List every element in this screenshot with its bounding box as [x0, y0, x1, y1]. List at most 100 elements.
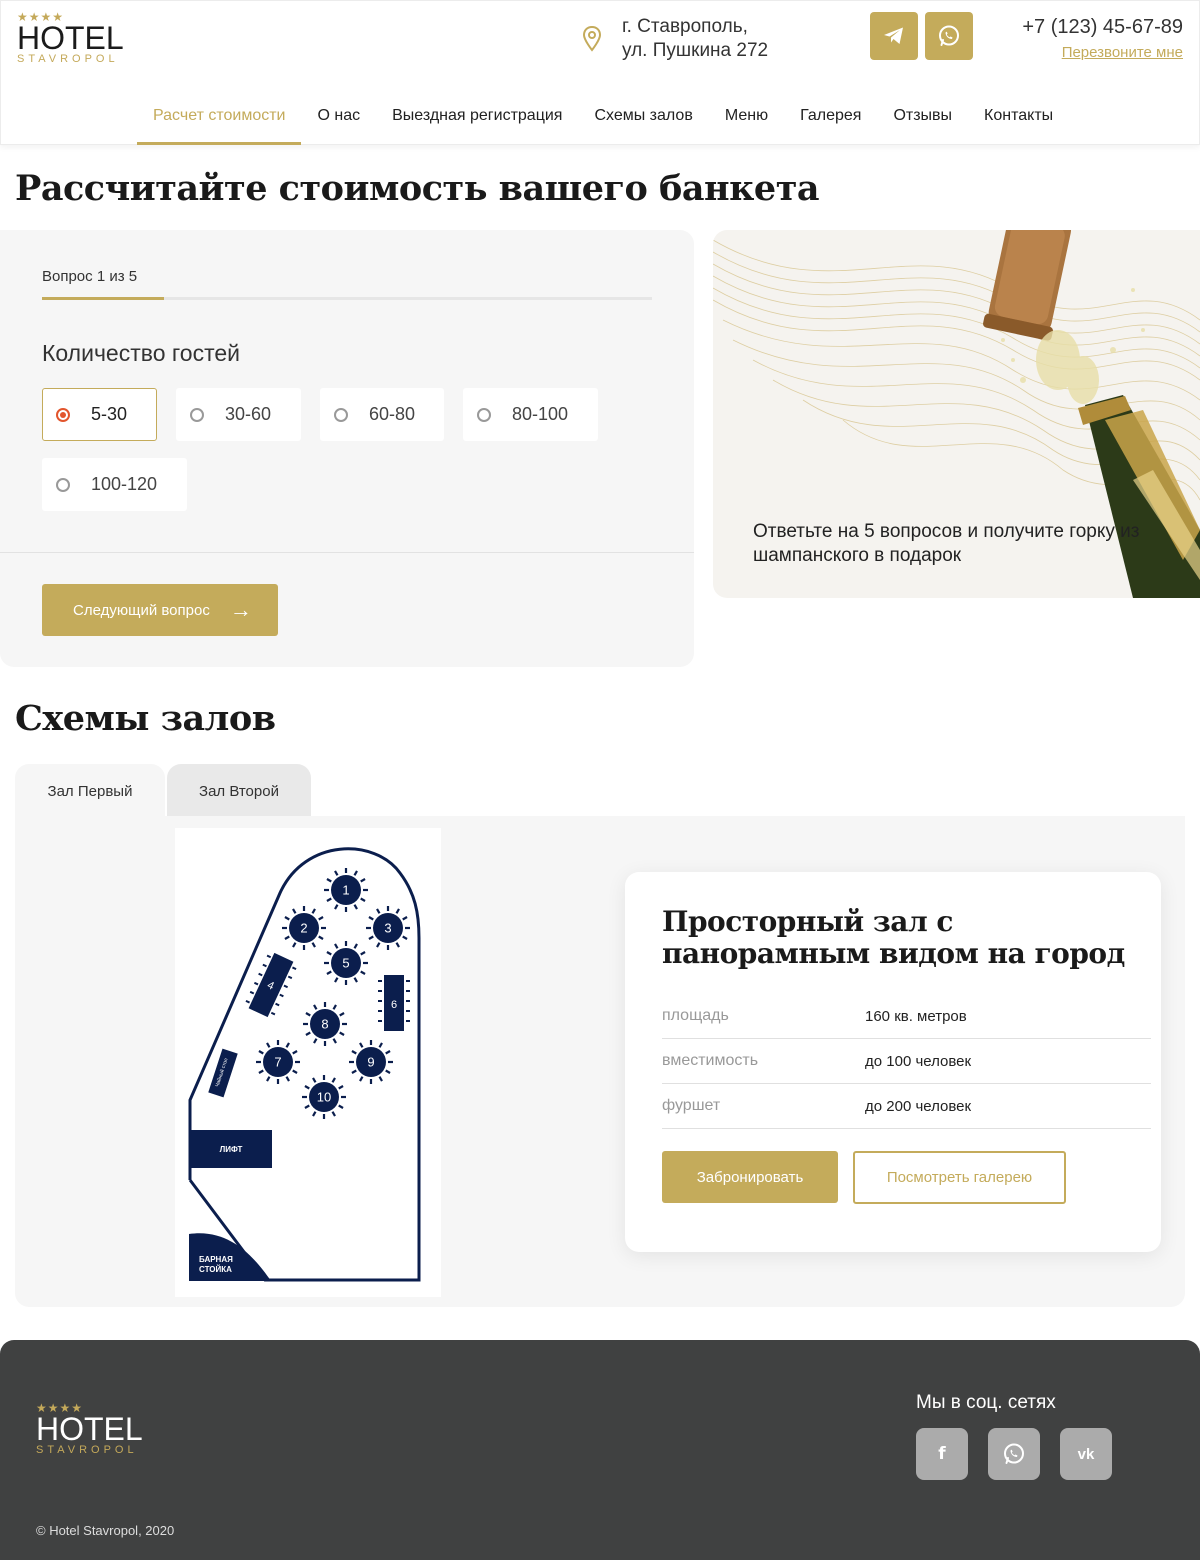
hotel-logo[interactable]: ★★★★ HOTEL STAVROPOL — [17, 11, 124, 66]
nav-item-halls[interactable]: Схемы залов — [578, 91, 708, 145]
bar-label-1: БАРНАЯ — [199, 1255, 233, 1264]
table-1-label: 1 — [342, 883, 349, 898]
logo-name: HOTEL — [17, 20, 124, 56]
site-header: ★★★★ HOTEL STAVROPOL г. Ставрополь, ул. … — [0, 0, 1200, 145]
info-value: до 100 человек — [865, 1052, 972, 1070]
whatsapp-icon — [1004, 1443, 1024, 1464]
round-table-1: 1 — [324, 868, 368, 912]
floor-plan-svg: БАРНАЯ СТОЙКА ЛИФТ Чайный стол 4 6 12 357… — [188, 847, 421, 1282]
bar-label-2: СТОЙКА — [199, 1265, 232, 1274]
option-label: 5-30 — [91, 404, 128, 424]
quiz-progress-fill — [42, 297, 164, 300]
whatsapp-icon — [939, 25, 959, 46]
next-question-label: Следующий вопрос — [73, 601, 210, 619]
main-nav: Расчет стоимости О нас Выездная регистра… — [137, 91, 1069, 145]
nav-item-menu[interactable]: Меню — [709, 91, 784, 145]
hall-card-title: Просторный зал с панорамным видом на гор… — [662, 905, 1125, 970]
info-key: фуршет — [662, 1097, 721, 1114]
site-footer: ★★★★ HOTEL STAVROPOL © Hotel Stavropol, … — [0, 1340, 1200, 1560]
info-key: вместимость — [662, 1052, 759, 1069]
book-button[interactable]: Забронировать — [662, 1151, 838, 1203]
lift-label: ЛИФТ — [220, 1145, 243, 1154]
copyright: © Hotel Stavropol, 2020 — [36, 1523, 175, 1538]
round-table-5: 5 — [324, 941, 368, 985]
vk-button[interactable]: vk — [1060, 1428, 1112, 1480]
quiz-panel: Вопрос 1 из 5 Количество гостей 5-30 30-… — [0, 230, 694, 667]
nav-item-calc[interactable]: Расчет стоимости — [137, 91, 302, 145]
tab-hall-second[interactable]: Зал Второй — [167, 764, 311, 818]
telegram-button[interactable] — [870, 12, 918, 60]
quiz-progress — [42, 297, 652, 300]
hall-info-card: Просторный зал с панорамным видом на гор… — [625, 872, 1161, 1252]
vk-icon: vk — [1077, 1445, 1095, 1463]
table-2-label: 2 — [300, 921, 307, 936]
logo-subtitle: STAVROPOL — [17, 53, 119, 65]
footer-logo-subtitle: STAVROPOL — [36, 1444, 138, 1456]
hall-info-row: вместимость до 100 человек — [662, 1039, 1151, 1084]
option-30-60[interactable]: 30-60 — [176, 388, 301, 441]
option-label: 100-120 — [91, 474, 158, 494]
divider — [0, 552, 694, 553]
whatsapp-button[interactable] — [925, 12, 973, 60]
radio-icon — [477, 407, 491, 422]
facebook-icon: f — [938, 1444, 946, 1464]
round-table-2: 2 — [282, 906, 326, 950]
address-line-2: ул. Пушкина 272 — [622, 40, 769, 61]
radio-icon — [190, 407, 204, 422]
hall-info-row: площадь 160 кв. метров — [662, 994, 1151, 1039]
radio-icon — [56, 407, 70, 422]
radio-icon — [56, 477, 70, 492]
info-value: до 200 человек — [865, 1097, 972, 1115]
option-label: 30-60 — [225, 404, 272, 424]
phone-block: +7 (123) 45-67-89 Перезвоните мне — [1022, 15, 1183, 63]
promo-text: Ответьте на 5 вопросов и получите горку … — [753, 521, 1140, 566]
table-10-label: 10 — [317, 1090, 331, 1105]
option-label: 80-100 — [512, 404, 569, 424]
footer-logo[interactable]: ★★★★ HOTEL STAVROPOL — [36, 1402, 143, 1457]
round-table-8: 8 — [303, 1002, 347, 1046]
table-3-label: 3 — [384, 921, 391, 936]
nav-item-gallery[interactable]: Галерея — [784, 91, 877, 145]
address-block: г. Ставрополь, ул. Пушкина 272 — [581, 15, 768, 63]
table-9-label: 9 — [367, 1055, 374, 1070]
question-title: Количество гостей — [42, 340, 240, 366]
nav-item-contacts[interactable]: Контакты — [968, 91, 1069, 145]
tab-hall-first[interactable]: Зал Первый — [15, 764, 165, 818]
radio-icon — [334, 407, 348, 422]
phone-number[interactable]: +7 (123) 45-67-89 — [1022, 15, 1183, 39]
halls-title: Схемы залов — [15, 698, 276, 739]
arrow-right-icon: → — [229, 597, 252, 622]
hall-info-row: фуршет до 200 человек — [662, 1084, 1151, 1129]
table-5-label: 5 — [342, 956, 349, 971]
option-label: 60-80 — [369, 404, 416, 424]
next-question-button[interactable]: Следующий вопрос → — [42, 584, 278, 636]
round-table-9: 9 — [349, 1040, 393, 1084]
table-8-label: 8 — [321, 1017, 328, 1032]
option-80-100[interactable]: 80-100 — [463, 388, 598, 441]
social-title: Мы в соц. сетях — [916, 1392, 1056, 1413]
table-7-label: 7 — [274, 1055, 281, 1070]
round-table-7: 7 — [256, 1040, 300, 1084]
table-6-label: 6 — [391, 999, 397, 1011]
calc-title: Рассчитайте стоимость вашего банкета — [15, 168, 820, 209]
whatsapp-footer-button[interactable] — [988, 1428, 1040, 1480]
view-gallery-button[interactable]: Посмотреть галерею — [853, 1151, 1066, 1204]
hall-floor-plan: БАРНАЯ СТОЙКА ЛИФТ Чайный стол 4 6 12357… — [175, 828, 441, 1297]
telegram-icon — [884, 27, 903, 44]
option-100-120[interactable]: 100-120 — [42, 458, 187, 511]
facebook-button[interactable]: f — [916, 1428, 968, 1480]
location-pin-icon — [582, 25, 602, 52]
info-key: площадь — [662, 1007, 729, 1024]
round-table-10: 10 — [302, 1075, 346, 1119]
callback-link[interactable]: Перезвоните мне — [1022, 43, 1183, 63]
footer-logo-name: HOTEL — [36, 1411, 143, 1447]
nav-item-registration[interactable]: Выездная регистрация — [376, 91, 578, 145]
round-table-3: 3 — [366, 906, 410, 950]
option-5-30[interactable]: 5-30 — [42, 388, 157, 441]
info-value: 160 кв. метров — [865, 1007, 967, 1025]
option-60-80[interactable]: 60-80 — [320, 388, 444, 441]
nav-item-reviews[interactable]: Отзывы — [877, 91, 968, 145]
nav-item-about[interactable]: О нас — [301, 91, 376, 145]
question-counter: Вопрос 1 из 5 — [42, 268, 138, 285]
promo-banner: Ответьте на 5 вопросов и получите горку … — [713, 230, 1200, 598]
